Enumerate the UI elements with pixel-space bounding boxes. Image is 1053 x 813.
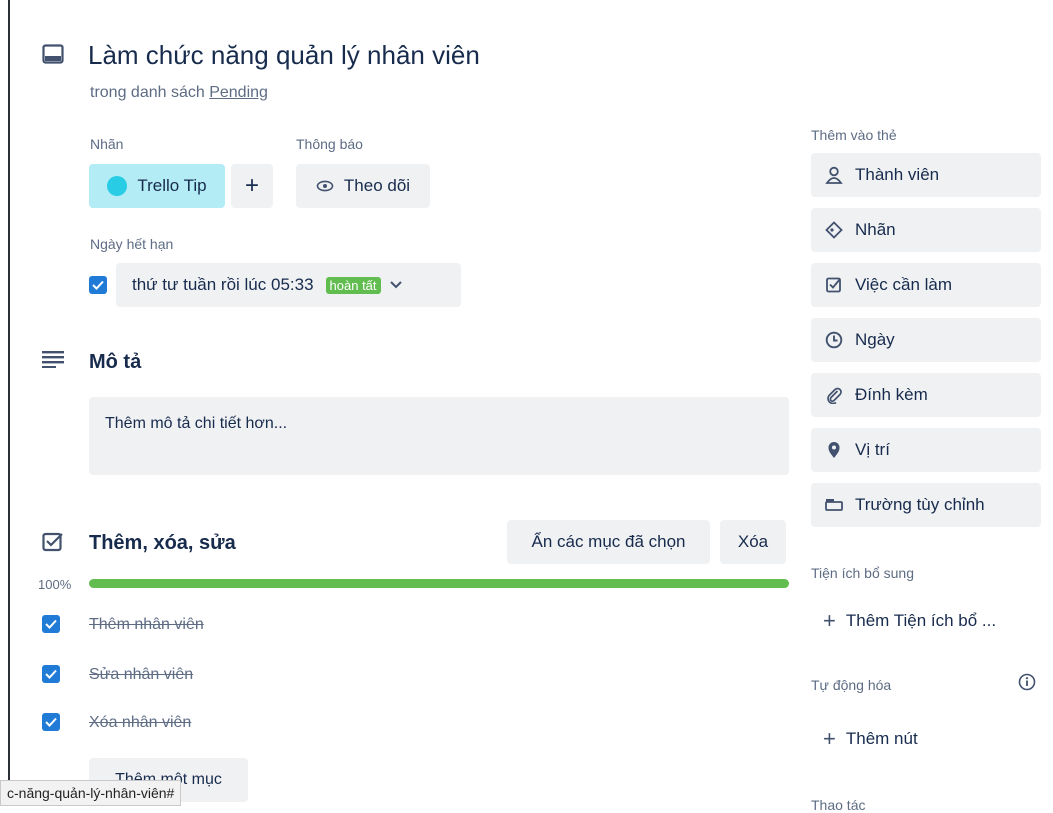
- custom-fields-button[interactable]: Trường tùy chỉnh: [811, 483, 1041, 527]
- description-icon: [42, 350, 64, 373]
- checkbox-icon: [823, 276, 845, 294]
- actions-heading: Thao tác: [811, 797, 866, 813]
- window-edge: [8, 0, 10, 805]
- checklist-item-checkbox[interactable]: [42, 615, 60, 633]
- checklist-item[interactable]: Xóa nhân viên: [89, 714, 191, 732]
- paperclip-icon: [823, 386, 845, 404]
- checklist-label: Việc cần làm: [855, 275, 953, 294]
- notifications-heading: Thông báo: [296, 136, 363, 152]
- due-heading: Ngày hết hạn: [90, 236, 174, 252]
- eye-icon: [316, 180, 334, 192]
- custom-field-icon: [823, 498, 845, 512]
- checklist-item[interactable]: Sửa nhân viên: [89, 666, 193, 684]
- labels-label: Nhãn: [855, 220, 896, 239]
- plus-icon: +: [823, 608, 836, 633]
- automation-heading: Tự động hóa: [811, 677, 892, 693]
- checklist-item[interactable]: Thêm nhân viên: [89, 616, 204, 634]
- due-status-badge: hoàn tất: [325, 276, 381, 294]
- info-icon[interactable]: [1018, 673, 1036, 696]
- dates-button[interactable]: Ngày: [811, 318, 1041, 362]
- hide-checked-button[interactable]: Ẩn các mục đã chọn: [507, 520, 710, 564]
- plus-icon: +: [823, 726, 836, 751]
- due-complete-checkbox[interactable]: [89, 276, 107, 294]
- watch-label: Theo dõi: [343, 176, 411, 195]
- checklist-button[interactable]: Việc cần làm: [811, 263, 1041, 307]
- add-powerup-button[interactable]: + Thêm Tiện ích bổ ...: [811, 601, 1041, 641]
- checklist-icon: [42, 532, 64, 557]
- list-prefix: trong danh sách: [90, 84, 205, 101]
- location-button[interactable]: Vị trí: [811, 428, 1041, 472]
- status-bar-url: c-năng-quản-lý-nhân-viên#: [0, 780, 182, 806]
- labels-heading: Nhãn: [90, 136, 124, 152]
- description-heading: Mô tả: [89, 351, 142, 373]
- card-icon: [42, 44, 64, 69]
- checklist-percent: 100%: [38, 577, 72, 592]
- members-button[interactable]: Thành viên: [811, 153, 1041, 197]
- label-chip-text: Trello Tip: [137, 176, 207, 195]
- due-date-text: thứ tư tuần rồi lúc 05:33: [132, 275, 314, 294]
- label-chip[interactable]: Trello Tip: [89, 164, 225, 208]
- list-reference: trong danh sách Pending: [90, 84, 268, 102]
- custom-fields-label: Trường tùy chỉnh: [855, 495, 985, 514]
- chevron-down-icon: [389, 280, 403, 290]
- members-label: Thành viên: [855, 165, 940, 184]
- checklist-item-checkbox[interactable]: [42, 713, 60, 731]
- labels-button[interactable]: Nhãn: [811, 208, 1041, 252]
- add-to-card-heading: Thêm vào thẻ: [811, 127, 897, 143]
- add-automation-label: Thêm nút: [845, 729, 918, 748]
- add-automation-button[interactable]: + Thêm nút: [811, 719, 1041, 759]
- description-placeholder: Thêm mô tả chi tiết hơn...: [105, 415, 288, 432]
- tag-icon: [823, 221, 845, 239]
- list-link[interactable]: Pending: [209, 84, 268, 101]
- dates-label: Ngày: [855, 330, 895, 349]
- attachment-button[interactable]: Đính kèm: [811, 373, 1041, 417]
- add-label-button[interactable]: +: [231, 164, 273, 208]
- checklist-item-checkbox[interactable]: [42, 665, 60, 683]
- person-icon: [823, 166, 845, 184]
- checklist-progress-track: [89, 579, 789, 588]
- location-label: Vị trí: [855, 440, 890, 459]
- powerups-heading: Tiện ích bổ sung: [811, 565, 914, 581]
- delete-checklist-button[interactable]: Xóa: [720, 520, 786, 564]
- checklist-progress-fill: [89, 579, 789, 588]
- add-powerup-label: Thêm Tiện ích bổ ...: [845, 611, 997, 630]
- card-title[interactable]: Làm chức năng quản lý nhân viên: [88, 40, 480, 71]
- label-color-dot: [107, 176, 128, 196]
- map-pin-icon: [823, 441, 845, 459]
- clock-icon: [823, 331, 845, 349]
- attachment-label: Đính kèm: [855, 385, 928, 404]
- checklist-title[interactable]: Thêm, xóa, sửa: [89, 532, 236, 555]
- due-date-button[interactable]: thứ tư tuần rồi lúc 05:33 hoàn tất: [116, 263, 461, 307]
- watch-button[interactable]: Theo dõi: [296, 164, 430, 208]
- description-input[interactable]: Thêm mô tả chi tiết hơn...: [89, 397, 789, 475]
